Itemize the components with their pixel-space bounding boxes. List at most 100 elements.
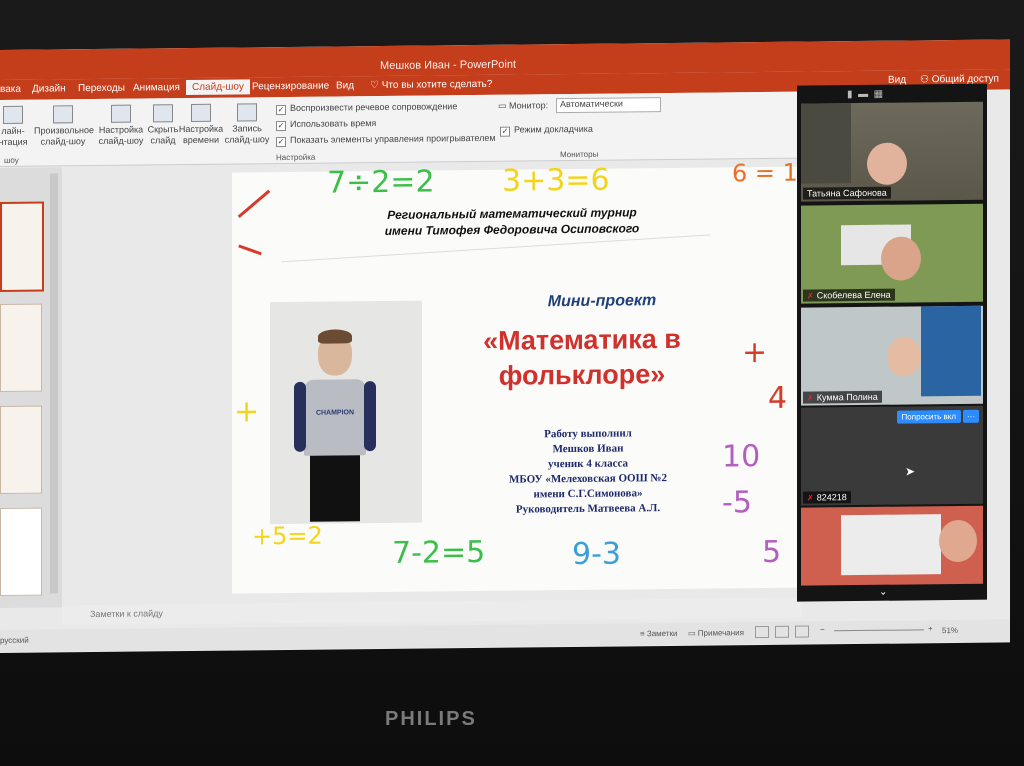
group-monitors-label: Мониторы xyxy=(560,149,599,160)
hide-slide-label: Скрыть слайд xyxy=(147,124,179,146)
slide-thumbnail[interactable] xyxy=(0,405,42,494)
rehearse-timings-button[interactable]: Настройка времени xyxy=(176,103,226,147)
setup-icon xyxy=(111,104,131,123)
video-tile[interactable]: ✗ Скобелева Елена xyxy=(801,203,983,304)
group-setup-label: Настройка xyxy=(276,152,316,163)
normal-view-icon[interactable] xyxy=(755,625,769,639)
more-options-button[interactable]: ··· xyxy=(963,409,979,423)
screen: Мешков Иван - PowerPoint вака Дизайн Пер… xyxy=(0,39,1010,654)
monitor-bezel: Мешков Иван - PowerPoint вака Дизайн Пер… xyxy=(0,0,1024,766)
slide-thumbnail[interactable] xyxy=(0,201,44,292)
tab-animations[interactable]: Анимация xyxy=(133,82,180,93)
doodle-red-plus: + xyxy=(742,334,768,371)
zoom-in-icon[interactable]: + xyxy=(928,624,933,633)
slide-title: «Математика в фольклоре» xyxy=(432,321,732,394)
lightbulb-icon: ♡ xyxy=(370,80,382,92)
online-presentation-label: лайн- нтация xyxy=(0,125,28,148)
ask-to-unmute-button[interactable]: Попросить вкл xyxy=(896,409,961,424)
header-line-2: имени Тимофея Федоровича Осиповского xyxy=(384,221,640,238)
slide-thumbnail[interactable] xyxy=(0,507,42,596)
tab-review[interactable]: Рецензирование xyxy=(252,81,329,93)
doodle-blue: 9-3 xyxy=(572,536,621,573)
timings-checkbox[interactable]: Использовать время xyxy=(276,118,376,131)
photo-arm-left xyxy=(294,381,306,452)
ribbon: лайн- нтация Произвольное слайд-шоу Наст… xyxy=(0,91,800,167)
notes-toggle[interactable]: ≡ Заметки xyxy=(640,629,678,638)
notes-toggle-label: Заметки xyxy=(646,628,678,639)
title-line-2: фольклоре» xyxy=(498,359,666,391)
thumbnails-scrollbar[interactable] xyxy=(50,173,58,594)
title-line-1: «Математика в xyxy=(483,323,681,356)
video-tile[interactable] xyxy=(801,505,983,586)
reading-view-icon[interactable] xyxy=(795,625,809,638)
record-icon xyxy=(237,103,257,122)
video-tile[interactable]: Попросить вкл ··· ➤ ✗ 824218 xyxy=(801,405,983,506)
monitor-label-text: Монитор: xyxy=(509,100,549,111)
slide-header: Региональный математический турнир имени… xyxy=(352,204,672,239)
bg-poster xyxy=(921,305,981,397)
participant-name: ✗ 824218 xyxy=(803,491,851,504)
setup-slideshow-label: Настройка слайд-шоу xyxy=(98,124,144,146)
monitor-icon: ▭ xyxy=(498,100,510,111)
tab-insert[interactable]: вака xyxy=(0,84,21,95)
muted-mic-icon: ✗ xyxy=(807,493,814,503)
bg-room xyxy=(841,514,941,576)
zoom-slider[interactable] xyxy=(834,629,924,632)
tab-slideshow[interactable]: Слайд-шоу xyxy=(186,79,250,96)
author-info: Работу выполнил Мешков Иван ученик 4 кла… xyxy=(468,426,708,519)
photo-shirt: CHAMPION xyxy=(304,379,366,456)
participant-name: Татьяна Сафонова xyxy=(803,186,891,200)
rehearse-timings-label: Настройка времени xyxy=(178,123,224,146)
slide-canvas[interactable]: Региональный математический турнир имени… xyxy=(232,159,802,594)
doodle-green: 7÷2=2 xyxy=(327,164,435,201)
doodle-yellow: 3+3=6 xyxy=(502,162,610,199)
zoom-level[interactable]: 51% xyxy=(942,626,958,635)
media-controls-checkbox[interactable]: Показать элементы управления проигрывате… xyxy=(276,133,496,147)
participant-name-text: Скобелева Елена xyxy=(816,289,891,301)
participant-name: ✗ Скобелева Елена xyxy=(803,288,895,302)
timer-icon xyxy=(191,103,211,122)
tell-me-search[interactable]: ♡ Что вы хотите сделать? xyxy=(370,79,492,91)
doodle-yellow-left: + xyxy=(234,394,260,430)
zoom-video-panel: ▮ ▬ ▦ Татьяна Сафонова ✗ Скобелева Елена … xyxy=(797,83,987,602)
comments-toggle-label: Примечания xyxy=(697,628,744,638)
zoom-out-icon[interactable]: − xyxy=(820,625,825,634)
doodle-green-bottom: 7-2=5 xyxy=(392,534,486,571)
comments-toggle[interactable]: ▭ Примечания xyxy=(688,628,744,638)
presenter-view-checkbox[interactable]: Режим докладчика xyxy=(500,124,593,137)
monitor-select[interactable]: Автоматически xyxy=(556,97,661,114)
sorter-view-icon[interactable] xyxy=(775,625,789,638)
student-photo: CHAMPION xyxy=(270,300,422,525)
language-indicator[interactable]: русский xyxy=(0,636,29,645)
muted-mic-icon: ✗ xyxy=(807,291,814,301)
slide-thumbnail[interactable] xyxy=(0,303,42,392)
participant-face xyxy=(867,142,907,185)
tab-design[interactable]: Дизайн xyxy=(32,83,66,94)
custom-slideshow-button[interactable]: Произвольное слайд-шоу xyxy=(34,105,94,148)
video-tile[interactable]: Татьяна Сафонова xyxy=(801,101,983,202)
monitor-label: ▭ Монитор: xyxy=(498,100,548,112)
online-presentation-button[interactable]: лайн- нтация xyxy=(0,105,38,149)
notes-pane[interactable]: Заметки к слайду xyxy=(62,597,802,626)
tab-view[interactable]: Вид xyxy=(336,80,354,91)
gallery-view-icon[interactable]: ▦ xyxy=(874,89,883,100)
custom-show-icon xyxy=(53,105,73,124)
broadcast-icon xyxy=(3,105,23,124)
narration-checkbox[interactable]: Воспроизвести речевое сопровождение xyxy=(276,101,457,115)
chevron-down-icon[interactable]: ⌄ xyxy=(879,587,887,598)
doodle-purple-10: 10 xyxy=(722,439,761,475)
video-icon[interactable]: ▮ xyxy=(847,89,853,100)
info-line: Руководитель Матвеева А.Л. xyxy=(515,502,661,516)
doodle-red-stroke xyxy=(237,189,271,218)
photo-arm-right xyxy=(364,381,376,452)
muted-mic-icon: ✗ xyxy=(807,393,814,403)
doodle-purple-5: 5 xyxy=(762,534,782,571)
slide-thumbnails-pane xyxy=(0,167,62,608)
tab-transitions[interactable]: Переходы xyxy=(78,83,125,94)
participant-face xyxy=(939,519,977,563)
record-slideshow-label: Запись слайд-шоу xyxy=(224,123,270,145)
video-tile[interactable]: ✗ Кумма Полина xyxy=(801,305,983,406)
record-slideshow-button[interactable]: Запись слайд-шоу xyxy=(222,103,272,146)
slide-subtitle: Мини-проект xyxy=(547,292,657,311)
speaker-view-icon[interactable]: ▬ xyxy=(858,89,868,100)
